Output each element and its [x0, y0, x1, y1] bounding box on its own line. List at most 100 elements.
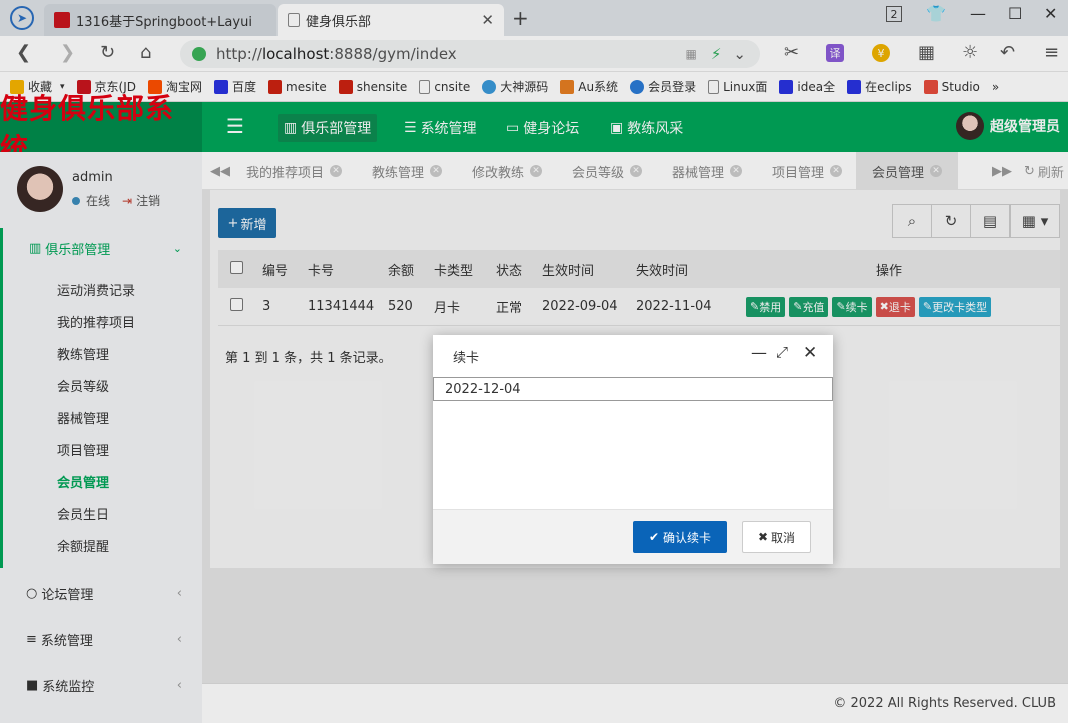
content-tab[interactable]: 项目管理 ✕ [772, 152, 843, 190]
minimize-icon[interactable]: — [970, 4, 986, 23]
logout-link[interactable]: 注销 [136, 192, 160, 209]
menu-icon[interactable]: ≡ [1044, 42, 1059, 63]
bookmark-item[interactable]: Studio [923, 79, 980, 94]
user-menu[interactable]: 超级管理员 [956, 112, 1060, 140]
search-button[interactable]: ⌕ [892, 204, 932, 238]
refund-button[interactable]: ✖ 退卡 [875, 296, 915, 317]
chevron-left-icon: ‹ [176, 631, 182, 647]
renew-date-input[interactable]: 2022-12-04 [433, 377, 833, 401]
sidebar-item[interactable]: 教练管理 [57, 344, 109, 363]
bookmark-item[interactable]: 百度 [214, 78, 256, 95]
cloud-icon [630, 79, 645, 94]
bookmark-item[interactable]: idea全 [779, 78, 835, 95]
sidebar-group-header[interactable]: ▥ 俱乐部管理 ⌄ [3, 228, 202, 268]
maximize-icon[interactable]: ☐ [1008, 4, 1022, 23]
home-icon[interactable]: ⌂ [140, 42, 151, 63]
window-close-icon[interactable]: ✕ [1044, 4, 1057, 23]
content-tab[interactable]: 修改教练 ✕ [472, 152, 543, 190]
sidebar-item[interactable]: 器械管理 [57, 408, 109, 427]
tabs-scroll-right-icon[interactable]: ▶▶ [992, 152, 1012, 190]
close-tab-icon[interactable]: ✕ [730, 165, 743, 177]
forward-icon[interactable]: ❯ [60, 42, 75, 63]
close-tab-icon[interactable]: ✕ [430, 165, 443, 177]
columns-button[interactable]: ▦ ▾ [1010, 204, 1060, 238]
close-tab-icon[interactable]: ✕ [830, 165, 843, 177]
card-icon: ▭ [506, 120, 520, 136]
browser-tab-1[interactable]: 1316基于Springboot+Layui [44, 4, 276, 36]
undo-icon[interactable]: ↶ [1000, 42, 1015, 63]
translate-icon[interactable]: 译 [826, 44, 844, 62]
topnav-system-management[interactable]: ☰ 系统管理 [398, 114, 483, 142]
bookmark-item[interactable]: 在eclips [847, 78, 912, 95]
maximize-icon[interactable]: ⤢ [776, 343, 788, 361]
sidebar-item[interactable]: 会员等级 [57, 376, 109, 395]
theme-icon[interactable]: ☼ [962, 42, 978, 63]
bookmark-item[interactable]: 大神源码 [482, 78, 548, 95]
reload-icon[interactable]: ↻ [100, 42, 115, 63]
grid-apps-icon[interactable]: ▦ [918, 42, 935, 63]
close-tab-icon[interactable]: ✕ [630, 165, 643, 177]
tabs-scroll-left-icon[interactable]: ◀◀ [210, 152, 230, 190]
user-status: 在线 ⇥ 注销 [72, 192, 160, 209]
select-all-checkbox[interactable] [230, 260, 243, 274]
confirm-renew-button[interactable]: ✔ 确认续卡 [633, 521, 727, 553]
content-tab-label: 我的推荐项目 [246, 165, 325, 181]
sidebar-item[interactable]: 会员生日 [57, 504, 109, 523]
dropdown-chevron-icon[interactable]: ⌄ [733, 45, 746, 63]
change-card-type-button[interactable]: ✎ 更改卡类型 [918, 296, 992, 317]
qr-icon[interactable]: ▦ [686, 47, 697, 61]
refresh-button[interactable]: ↻ [931, 204, 971, 238]
back-icon[interactable]: ❮ [16, 42, 31, 63]
sidebar-group-system[interactable]: ≡ 系统管理 ‹ [0, 616, 202, 662]
sidebar-group-forum[interactable]: ○ 论坛管理 ‹ [0, 570, 202, 616]
topnav-club-management[interactable]: ▥ 俱乐部管理 [278, 114, 378, 142]
sidebar-item[interactable]: 我的推荐项目 [57, 312, 135, 331]
close-tab-icon[interactable]: ✕ [330, 165, 343, 177]
sidebar-item[interactable]: 运动消费记录 [57, 280, 135, 299]
toggle-view-button[interactable]: ▤ [970, 204, 1010, 238]
chevron-left-icon: ‹ [176, 677, 182, 693]
page-icon [708, 79, 720, 94]
sidebar-toggle-icon[interactable]: ☰ [226, 114, 244, 138]
bookmark-item[interactable]: Au系统 [560, 78, 618, 95]
content-tab-active[interactable]: 会员管理 ✕ [856, 152, 959, 190]
bookmark-item[interactable]: mesite [268, 79, 327, 94]
content-tab[interactable]: 教练管理 ✕ [372, 152, 443, 190]
renew-button[interactable]: ✎ 续卡 [832, 296, 872, 317]
content-tab[interactable]: 会员等级 ✕ [572, 152, 643, 190]
content-tab[interactable]: 我的推荐项目 ✕ [246, 152, 343, 190]
new-tab-icon[interactable]: + [512, 6, 529, 30]
shirt-icon[interactable]: 👕 [926, 4, 946, 23]
close-tab-icon[interactable]: ✕ [481, 11, 494, 29]
lightning-icon[interactable]: ⚡ [711, 45, 722, 63]
add-button[interactable]: + 新增 [218, 208, 276, 238]
close-tab-icon[interactable]: ✕ [930, 165, 943, 177]
disable-button[interactable]: ✎ 禁用 [746, 296, 786, 317]
minimize-icon[interactable]: — [751, 343, 767, 362]
browser-tab-2[interactable]: 健身俱乐部 ✕ [278, 4, 504, 36]
bookmark-item[interactable]: cnsite [419, 79, 470, 94]
bookmark-item[interactable]: shensite [338, 79, 407, 94]
sidebar-group-monitor[interactable]: ■ 系统监控 ‹ [0, 662, 202, 708]
close-tab-icon[interactable]: ✕ [530, 165, 543, 177]
tab-count-badge[interactable]: 2 [886, 6, 902, 22]
refresh-tab-button[interactable]: ↻ 刷新 [1024, 152, 1064, 190]
coin-icon[interactable]: ¥ [872, 44, 890, 62]
recharge-button[interactable]: ✎ 充值 [789, 296, 829, 317]
sidebar-item-active[interactable]: 会员管理 [57, 472, 109, 491]
bookmark-item[interactable]: Linux面 [708, 78, 767, 95]
scissors-icon[interactable]: ✂ [784, 42, 799, 63]
cancel-button[interactable]: ✖ 取消 [742, 521, 811, 553]
sidebar-item[interactable]: 项目管理 [57, 440, 109, 459]
bookmark-item[interactable]: 会员登录 [630, 78, 696, 95]
sidebar-item[interactable]: 余额提醒 [57, 536, 109, 555]
row-checkbox[interactable] [230, 298, 243, 311]
sidebar: admin 在线 ⇥ 注销 ▥ 俱乐部管理 ⌄ 运动消费记录 我的推荐项目 教练管理… [0, 152, 202, 723]
address-bar[interactable]: http://localhost:8888/gym/index ▦ ⚡ ⌄ [180, 40, 760, 68]
bookmarks-more[interactable]: » [992, 80, 999, 94]
content-tab[interactable]: 器械管理 ✕ [672, 152, 743, 190]
topnav-coaches[interactable]: ▣ 教练风采 [604, 114, 689, 142]
bookmark-label: mesite [286, 79, 327, 94]
close-icon[interactable]: ✕ [803, 343, 817, 363]
topnav-forum[interactable]: ▭ 健身论坛 [500, 114, 585, 142]
